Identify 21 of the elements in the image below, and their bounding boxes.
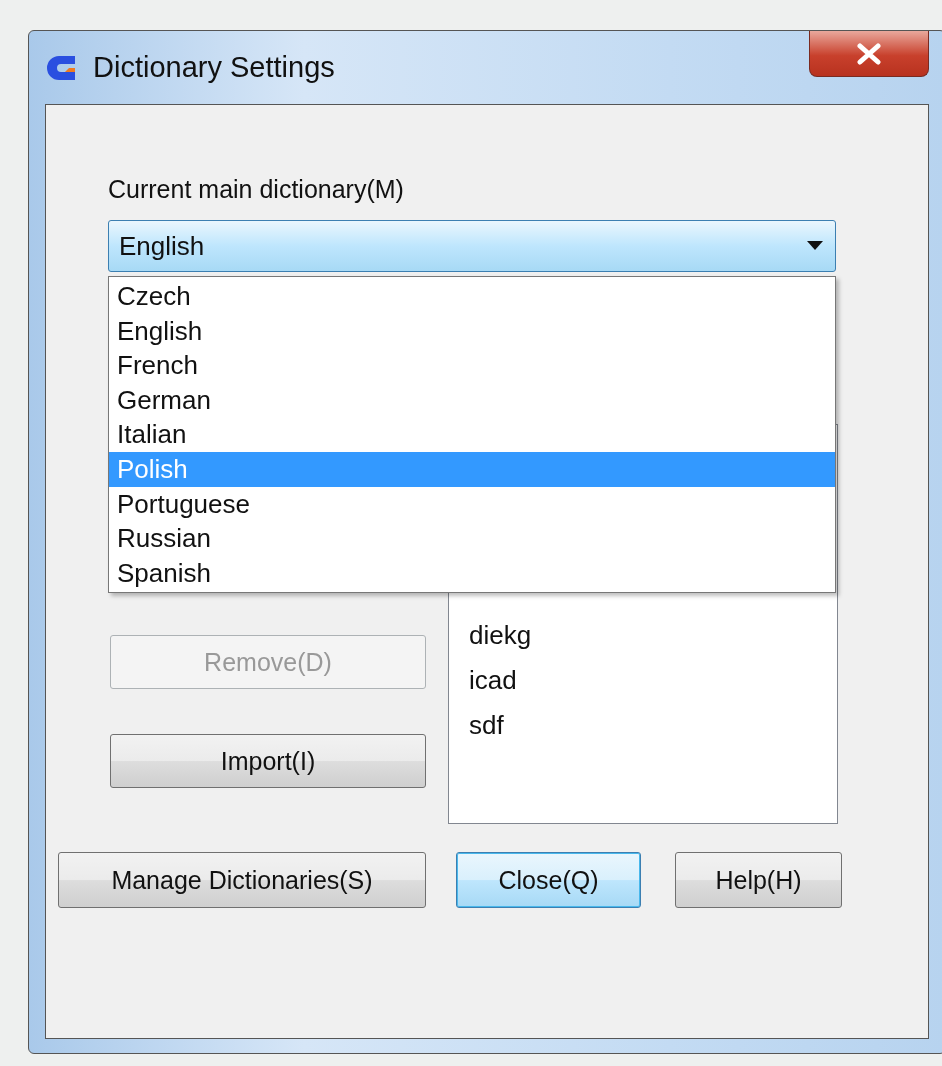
word-item[interactable]: sdf bbox=[469, 703, 837, 748]
field-label: Current main dictionary(M) bbox=[108, 175, 405, 204]
dictionary-dropdown[interactable]: English bbox=[108, 220, 836, 272]
dropdown-caret-icon bbox=[807, 241, 823, 251]
dropdown-option[interactable]: Czech bbox=[109, 279, 835, 314]
close-icon bbox=[856, 42, 882, 65]
side-button[interactable]: Import(I) bbox=[110, 734, 426, 788]
dropdown-option[interactable]: English bbox=[109, 313, 835, 349]
dropdown-option[interactable]: Russian bbox=[109, 521, 835, 556]
dropdown-option[interactable]: Portuguese bbox=[109, 486, 835, 522]
footer-button[interactable]: Manage Dictionaries(S) bbox=[58, 852, 426, 908]
footer-button[interactable]: Help(H) bbox=[675, 852, 842, 908]
dropdown-option[interactable]: Italian bbox=[109, 417, 835, 452]
footer-button[interactable]: Close(Q) bbox=[456, 852, 641, 908]
dropdown-option[interactable]: German bbox=[109, 382, 835, 418]
dropdown-option[interactable]: Spanish bbox=[109, 555, 835, 591]
close-button[interactable] bbox=[809, 31, 929, 77]
dropdown-option[interactable]: French bbox=[109, 348, 835, 383]
window-title: Dictionary Settings bbox=[93, 51, 335, 84]
word-item[interactable]: diekg bbox=[469, 613, 837, 658]
word-item[interactable]: icad bbox=[469, 658, 837, 703]
